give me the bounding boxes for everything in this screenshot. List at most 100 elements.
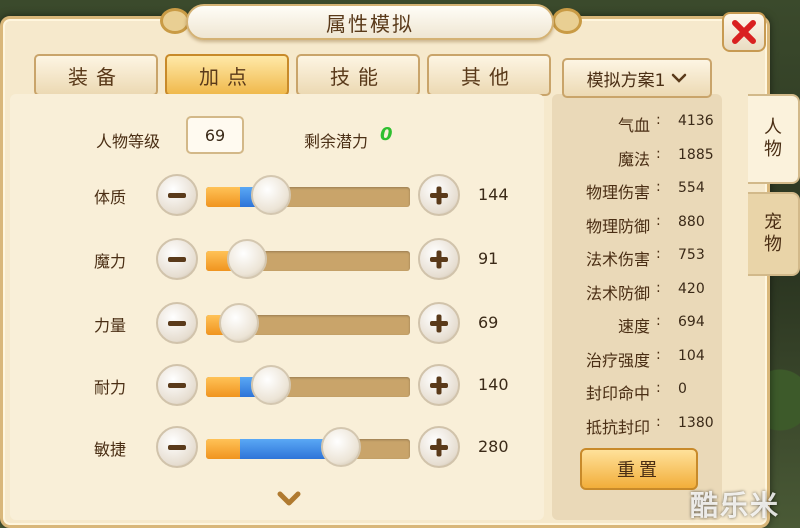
stat-row: 物理防御:880 bbox=[560, 213, 720, 237]
stat-value: 554 bbox=[678, 180, 705, 196]
minus-icon bbox=[168, 383, 186, 388]
stat-row: 法术防御:420 bbox=[560, 280, 720, 304]
minus-icon bbox=[168, 445, 186, 450]
stat-row: 气血: 4136 bbox=[560, 112, 720, 136]
plus-icon bbox=[430, 314, 448, 333]
level-input[interactable]: 69 bbox=[186, 116, 244, 154]
stat-separator: : bbox=[656, 313, 661, 329]
minus-icon bbox=[168, 321, 186, 326]
stat-value: 1380 bbox=[678, 414, 714, 431]
tab-equipment[interactable]: 装备 bbox=[34, 54, 158, 96]
stat-label: 物理伤害 bbox=[585, 183, 650, 202]
close-button[interactable] bbox=[722, 12, 766, 52]
minus-icon bbox=[168, 193, 186, 198]
stat-row: 封印命中: 0 bbox=[560, 380, 720, 404]
stat-value: 753 bbox=[678, 247, 705, 263]
stat-label: 封印命中 bbox=[585, 384, 650, 403]
stat-label: 魔法 bbox=[617, 149, 650, 169]
stat-label: 速度 bbox=[617, 317, 650, 336]
slider-knob[interactable] bbox=[219, 303, 259, 343]
level-label: 人物等级 bbox=[96, 132, 161, 151]
side-tab-character[interactable]: 人物 bbox=[748, 94, 800, 184]
increase-button[interactable] bbox=[418, 238, 460, 280]
increase-button[interactable] bbox=[418, 364, 460, 406]
decrease-button[interactable] bbox=[156, 426, 198, 468]
stat-separator: : bbox=[656, 279, 661, 296]
stat-separator: : bbox=[656, 346, 661, 363]
stat-value: 694 bbox=[678, 314, 705, 330]
stat-value: 4136 bbox=[678, 113, 714, 129]
side-tab-pet-label: 宠物 bbox=[764, 212, 782, 255]
attribute-name: 力量 bbox=[94, 316, 127, 335]
attribute-value: 280 bbox=[478, 437, 509, 456]
attribute-row: 耐力 140 bbox=[0, 362, 540, 408]
scheme-label: 模拟方案1 bbox=[586, 70, 666, 91]
increase-button[interactable] bbox=[418, 302, 460, 344]
stat-value: 1885 bbox=[678, 146, 714, 163]
attribute-value: 91 bbox=[478, 249, 499, 268]
potential-value: 0 bbox=[380, 124, 393, 145]
slider-knob[interactable] bbox=[321, 427, 361, 467]
close-icon bbox=[732, 20, 756, 44]
attribute-value: 69 bbox=[478, 313, 499, 332]
stat-row: 速度: 694 bbox=[560, 313, 720, 337]
slider-knob[interactable] bbox=[251, 175, 291, 215]
attribute-slider-track[interactable] bbox=[206, 187, 410, 207]
slider-knob[interactable] bbox=[251, 365, 291, 405]
scheme-dropdown[interactable]: 模拟方案1 bbox=[562, 58, 712, 98]
attribute-row: 敏捷 280 bbox=[0, 424, 540, 470]
increase-button[interactable] bbox=[418, 426, 460, 468]
base-fill bbox=[206, 377, 240, 397]
scroll-down-chevron-icon[interactable] bbox=[276, 490, 302, 508]
increase-button[interactable] bbox=[418, 174, 460, 216]
stat-row: 物理伤害: 554 bbox=[560, 179, 720, 203]
decrease-button[interactable] bbox=[156, 238, 198, 280]
attribute-row: 力量 69 bbox=[0, 300, 540, 346]
potential-label: 剩余潜力 bbox=[304, 132, 369, 151]
attribute-name: 敏捷 bbox=[94, 440, 127, 459]
decrease-button[interactable] bbox=[156, 174, 198, 216]
stat-value: 420 bbox=[678, 280, 705, 297]
stat-separator: : bbox=[656, 212, 661, 229]
stat-label: 气血 bbox=[617, 116, 650, 135]
tab-skills[interactable]: 技能 bbox=[296, 54, 420, 96]
title-plate: 属性模拟 bbox=[186, 4, 554, 40]
stat-separator: : bbox=[656, 246, 661, 262]
stat-row: 治疗强度:104 bbox=[560, 347, 720, 371]
tab-add-points[interactable]: 加点 bbox=[165, 54, 289, 96]
top-tab-bar: 装备 加点 技能 其他 bbox=[34, 54, 551, 96]
attribute-value: 140 bbox=[478, 375, 509, 394]
stat-separator: : bbox=[656, 145, 661, 162]
decrease-button[interactable] bbox=[156, 302, 198, 344]
attribute-slider-track[interactable] bbox=[206, 439, 410, 459]
attribute-slider-track[interactable] bbox=[206, 377, 410, 397]
tab-other[interactable]: 其他 bbox=[427, 54, 551, 96]
attribute-row: 魔力 91 bbox=[0, 236, 540, 282]
attribute-name: 耐力 bbox=[94, 378, 127, 397]
stat-value: 880 bbox=[678, 213, 705, 230]
decrease-button[interactable] bbox=[156, 364, 198, 406]
stat-separator: : bbox=[656, 179, 661, 195]
slider-knob[interactable] bbox=[227, 239, 267, 279]
stat-label: 治疗强度 bbox=[585, 350, 650, 370]
reset-button[interactable]: 重置 bbox=[580, 448, 698, 490]
stat-separator: : bbox=[656, 380, 661, 396]
stat-value: 0 bbox=[678, 381, 687, 397]
stat-row: 魔法:1885 bbox=[560, 146, 720, 170]
attribute-value: 144 bbox=[478, 185, 509, 204]
attribute-row: 体质 144 bbox=[0, 172, 540, 218]
stat-label: 法术防御 bbox=[585, 283, 650, 303]
plus-icon bbox=[430, 438, 448, 457]
stat-separator: : bbox=[656, 112, 661, 128]
chevron-down-icon bbox=[672, 73, 687, 83]
side-tab-pet[interactable]: 宠物 bbox=[748, 192, 800, 276]
window-title: 属性模拟 bbox=[326, 11, 414, 36]
attribute-name: 魔力 bbox=[94, 252, 127, 271]
stat-label: 抵抗封印 bbox=[585, 417, 650, 437]
stat-label: 物理防御 bbox=[585, 216, 650, 236]
minus-icon bbox=[168, 257, 186, 262]
plus-icon bbox=[430, 376, 448, 395]
stat-label: 法术伤害 bbox=[585, 250, 650, 269]
base-fill bbox=[206, 439, 240, 459]
stat-value: 104 bbox=[678, 347, 705, 364]
